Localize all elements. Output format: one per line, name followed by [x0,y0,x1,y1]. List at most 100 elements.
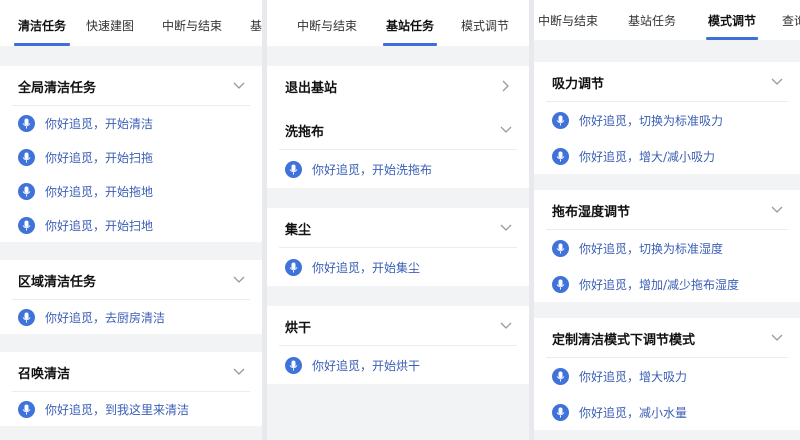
microphone-icon [18,114,35,132]
command-text: 你好追觅，开始清洁 [45,116,154,131]
section-suction-adjust: 吸力调节 你好追觅，切换为标准吸力 你好追觅，增大/减小吸力 [534,62,800,174]
divider [546,101,788,102]
command-text: 你好追觅，切换为标准吸力 [579,113,724,128]
tab-station-tasks[interactable]: 基站任务 [383,0,437,46]
tab-interrupt-end[interactable]: 中断与结束 [162,0,222,46]
divider [546,229,788,230]
command-text: 你好追觅，开始集尘 [312,260,421,275]
section-custom-mode-adjust: 定制清洁模式下调节模式 你好追觅，增大吸力 你好追觅，减小水量 [534,318,800,430]
section-area-cleaning: 区域清洁任务 你好追觅，去厨房清洁 [0,260,262,334]
section-title: 全局清洁任务 [18,80,97,96]
microphone-icon [552,367,569,385]
command-item[interactable]: 你好追觅，减小水量 [534,394,800,430]
command-item[interactable]: 你好追觅，开始拖地 [0,174,262,208]
microphone-icon [285,258,302,276]
tab-mode-adjust[interactable]: 模式调节 [461,0,509,46]
tab-station-tasks[interactable]: 基站任务 [628,0,676,40]
chevron-down-icon[interactable] [499,221,513,235]
section-dust-collection: 集尘 你好追觅，开始集尘 [267,208,529,286]
microphone-icon [18,400,35,418]
command-item[interactable]: 你好追觅，开始集尘 [267,248,529,286]
microphone-icon [18,216,35,234]
tab-query[interactable]: 查询 [782,0,800,40]
command-text: 你好追觅，切换为标准湿度 [579,241,724,256]
command-item[interactable]: 你好追觅，开始烘干 [267,346,529,384]
command-item[interactable]: 你好追觅，开始洗拖布 [267,150,529,188]
section-header[interactable]: 吸力调节 [534,62,800,102]
divider [12,299,250,300]
section-title: 吸力调节 [552,76,605,92]
chevron-down-icon[interactable] [499,319,513,333]
command-item[interactable]: 你好追觅，切换为标准湿度 [534,230,800,266]
tab-quick-mapping[interactable]: 快速建图 [86,0,134,46]
chevron-down-icon[interactable] [770,203,784,217]
microphone-icon [18,308,35,326]
panel-mode-adjust: 中断与结束 基站任务 模式调节 查询 吸力调节 你好追觅，切换为标准吸力 你好追… [534,0,800,440]
section-title: 退出基站 [285,80,338,96]
section-title: 拖布湿度调节 [552,204,631,220]
command-item[interactable]: 你好追觅，增大/减小吸力 [534,138,800,174]
divider [546,357,788,358]
tab-interrupt-end[interactable]: 中断与结束 [297,0,357,46]
tab-bar: 中断与结束 基站任务 模式调节 查 [267,0,529,46]
divider [279,345,517,346]
section-header[interactable]: 拖布湿度调节 [534,190,800,230]
divider [279,149,517,150]
microphone-icon [18,148,35,166]
section-title: 洗拖布 [285,124,325,140]
section-title: 集尘 [285,222,312,238]
section-global-cleaning: 全局清洁任务 你好追觅，开始清洁 你好追觅，开始扫拖 你好追觅，开始拖地 你好追… [0,66,262,242]
tab-mode-adjust[interactable]: 模式调节 [696,0,768,40]
section-header[interactable]: 区域清洁任务 [0,260,262,300]
command-item[interactable]: 你好追觅，增加/减少拖布湿度 [534,266,800,302]
chevron-down-icon[interactable] [232,79,246,93]
divider [279,247,517,248]
section-header[interactable]: 集尘 [267,208,529,248]
chevron-down-icon[interactable] [770,75,784,89]
command-text: 你好追觅，开始洗拖布 [312,162,433,177]
microphone-icon [285,160,302,178]
panel-cleaning-tasks: 清洁任务 快速建图 中断与结束 基站任 全局清洁任务 你好追觅，开始清洁 你好追… [0,0,262,440]
tab-bar: 中断与结束 基站任务 模式调节 查询 [534,0,800,40]
chevron-down-icon[interactable] [232,273,246,287]
microphone-icon [18,182,35,200]
section-title: 定制清洁模式下调节模式 [552,332,696,348]
section-header[interactable]: 洗拖布 [267,110,529,150]
command-text: 你好追觅，去厨房清洁 [45,310,166,325]
tab-cleaning-tasks[interactable]: 清洁任务 [14,0,70,46]
panel-station-tasks: 中断与结束 基站任务 模式调节 查 退出基站 洗拖布 你好追觅，开始洗拖布 集尘… [267,0,529,440]
command-item[interactable]: 你好追觅，到我这里来清洁 [0,392,262,426]
section-header[interactable]: 退出基站 [267,66,529,106]
chevron-down-icon[interactable] [770,331,784,345]
section-header[interactable]: 召唤清洁 [0,352,262,392]
microphone-icon [285,356,302,374]
command-item[interactable]: 你好追觅，开始扫地 [0,208,262,242]
command-item[interactable]: 你好追觅，开始清洁 [0,106,262,140]
tab-bar: 清洁任务 快速建图 中断与结束 基站任 [0,0,262,46]
command-item[interactable]: 你好追觅，切换为标准吸力 [534,102,800,138]
microphone-icon [552,403,569,421]
chevron-down-icon[interactable] [499,123,513,137]
command-text: 你好追觅，开始扫地 [45,218,154,233]
microphone-icon [552,111,569,129]
section-title: 烘干 [285,320,312,336]
command-text: 你好追觅，增加/减少拖布湿度 [579,277,740,292]
command-item[interactable]: 你好追觅，去厨房清洁 [0,300,262,334]
command-item[interactable]: 你好追觅，开始扫拖 [0,140,262,174]
section-title: 召唤清洁 [18,366,71,382]
command-text: 你好追觅，增大吸力 [579,369,688,384]
tab-interrupt-end[interactable]: 中断与结束 [538,0,598,40]
command-text: 你好追觅，开始拖地 [45,184,154,199]
section-exit-station: 退出基站 洗拖布 你好追觅，开始洗拖布 [267,66,529,188]
section-header[interactable]: 全局清洁任务 [0,66,262,106]
chevron-down-icon[interactable] [232,365,246,379]
chevron-right-icon[interactable] [499,79,513,93]
microphone-icon [552,275,569,293]
tab-station-tasks[interactable]: 基站任 [250,0,262,46]
command-item[interactable]: 你好追觅，增大吸力 [534,358,800,394]
section-header[interactable]: 烘干 [267,306,529,346]
command-text: 你好追觅，开始烘干 [312,358,421,373]
section-header[interactable]: 定制清洁模式下调节模式 [534,318,800,358]
command-text: 你好追觅，减小水量 [579,405,688,420]
section-summon-cleaning: 召唤清洁 你好追觅，到我这里来清洁 [0,352,262,426]
